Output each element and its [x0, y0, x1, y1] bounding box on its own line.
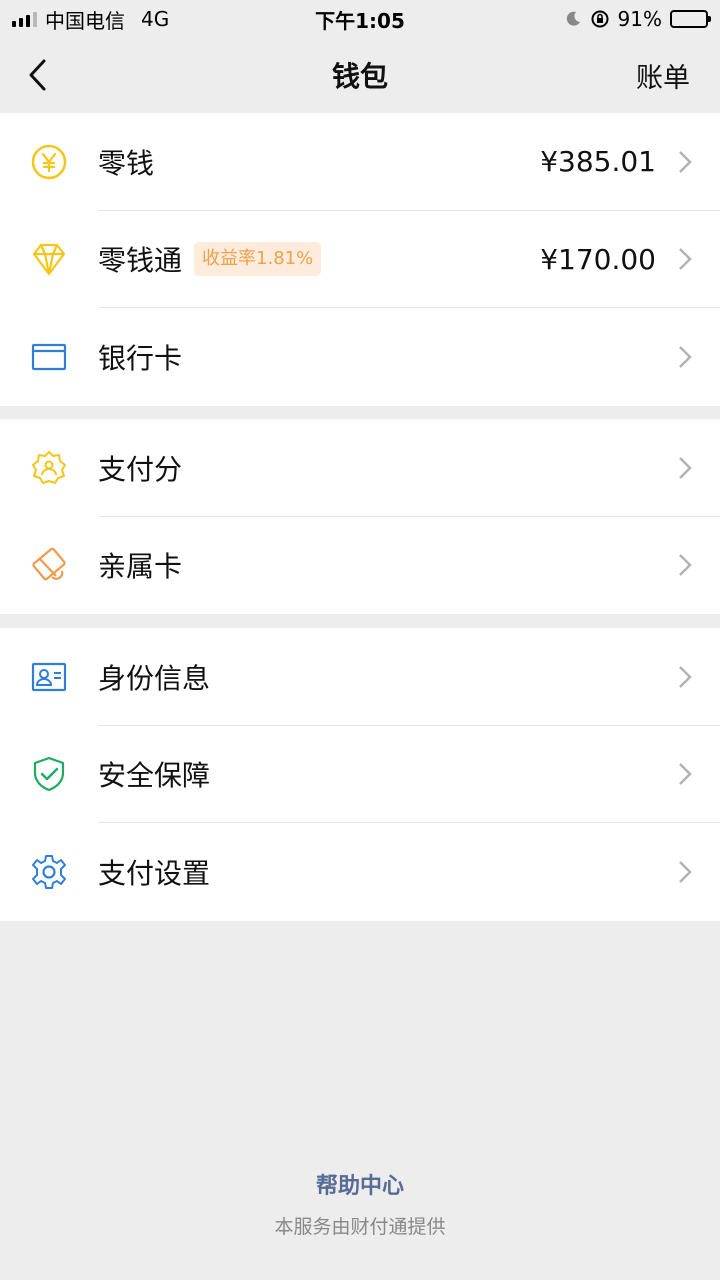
- pay-score-icon: [32, 450, 66, 484]
- bill-button[interactable]: 账单: [636, 38, 690, 112]
- bank-card-icon: [31, 343, 67, 370]
- shield-check-icon: [33, 757, 65, 792]
- row-bank-card-label: 银行卡: [98, 341, 183, 375]
- provider-note: 本服务由财付通提供: [274, 1216, 446, 1238]
- yield-rate-badge: 收益率1.81%: [194, 242, 322, 277]
- lingqiantong-balance: ¥170.00: [540, 242, 656, 276]
- chevron-right-icon: [679, 554, 692, 577]
- row-pay-score-label: 支付分: [98, 452, 183, 486]
- status-left: 中国电信 4G: [12, 5, 169, 34]
- carrier-name: 中国电信: [45, 8, 125, 33]
- wallet-group-settings: 身份信息 安全保障 支付设置: [0, 628, 720, 921]
- status-bar: 中国电信 4G 下午1:05 91%: [0, 0, 720, 38]
- chevron-right-icon: [679, 345, 692, 368]
- row-family-card[interactable]: 亲属卡: [0, 517, 720, 615]
- yuan-coin-icon: [31, 144, 67, 179]
- row-security[interactable]: 安全保障: [0, 726, 720, 823]
- wallet-group-balance: 零钱 ¥385.01 零钱通 收益率1.81% ¥170.00 银行卡: [0, 113, 720, 406]
- help-center-link[interactable]: 帮助中心: [0, 1168, 720, 1200]
- row-security-label: 安全保障: [98, 759, 211, 793]
- row-family-card-label: 亲属卡: [98, 550, 183, 584]
- gear-icon: [32, 854, 66, 889]
- signal-icon: [12, 11, 37, 27]
- nav-bar: 钱包 账单: [0, 38, 720, 112]
- chevron-right-icon: [679, 248, 692, 271]
- change-balance: ¥385.01: [540, 145, 656, 179]
- orientation-lock-icon: [591, 10, 609, 28]
- row-identity-label: 身份信息: [98, 661, 211, 695]
- battery-percent: 91%: [617, 7, 662, 31]
- row-pay-settings-label: 支付设置: [98, 856, 211, 890]
- chevron-right-icon: [679, 665, 692, 688]
- row-pay-settings[interactable]: 支付设置: [0, 823, 720, 921]
- chevron-right-icon: [679, 860, 692, 883]
- network-type: 4G: [141, 7, 170, 31]
- row-bank-card[interactable]: 银行卡: [0, 308, 720, 406]
- diamond-icon: [32, 244, 66, 276]
- row-lingqiantong-label: 零钱通 收益率1.81%: [98, 239, 322, 279]
- back-arrow-icon[interactable]: [24, 58, 54, 92]
- chevron-right-icon: [679, 150, 692, 173]
- status-right: 91%: [564, 7, 711, 31]
- row-lingqiantong[interactable]: 零钱通 收益率1.81% ¥170.00: [0, 211, 720, 308]
- chevron-right-icon: [679, 456, 692, 479]
- id-card-icon: [31, 662, 67, 691]
- row-pay-score[interactable]: 支付分: [0, 419, 720, 517]
- moon-icon: [566, 11, 580, 26]
- battery-icon: [670, 10, 711, 28]
- page-title: 钱包: [331, 60, 388, 93]
- lingqiantong-text: 零钱通: [98, 244, 183, 278]
- chevron-right-icon: [679, 763, 692, 786]
- row-identity[interactable]: 身份信息: [0, 628, 720, 726]
- row-change-label: 零钱: [98, 146, 155, 180]
- row-change[interactable]: 零钱 ¥385.01: [0, 113, 720, 211]
- family-card-icon: [32, 547, 66, 581]
- wallet-group-credit: 支付分 亲属卡: [0, 419, 720, 614]
